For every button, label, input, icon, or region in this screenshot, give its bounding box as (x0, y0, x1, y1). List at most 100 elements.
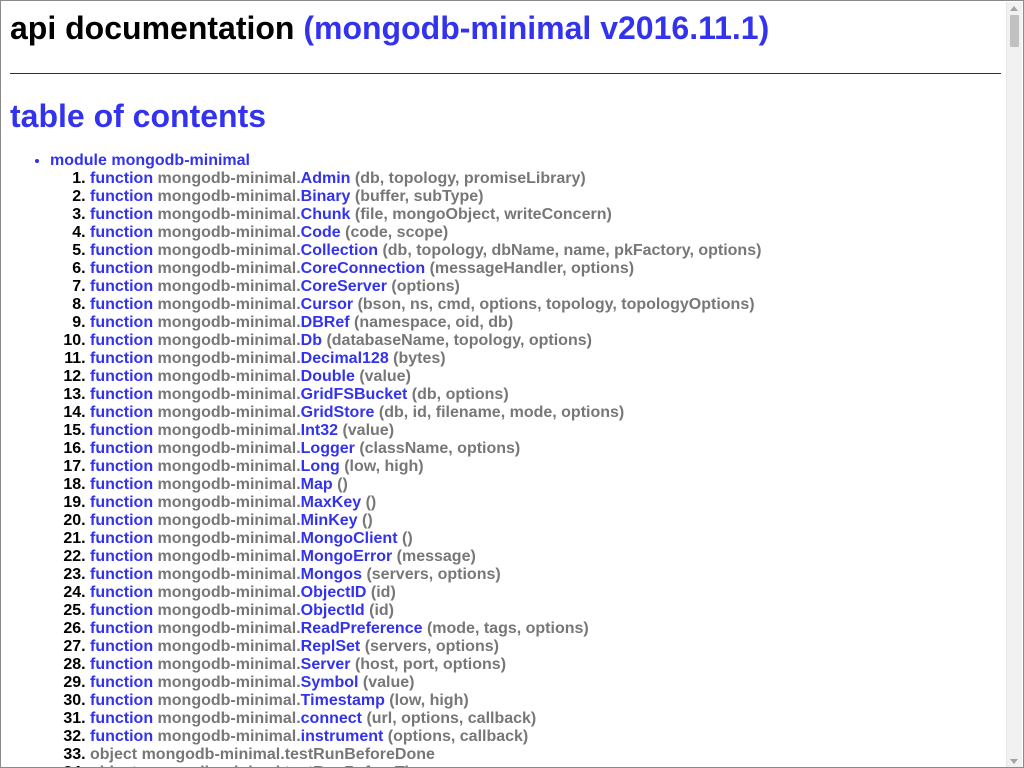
api-entry-link[interactable]: function mongodb-minimal.MongoClient () (90, 530, 413, 547)
api-entry-link[interactable]: function mongodb-minimal.DBRef (namespac… (90, 314, 513, 331)
toc-heading[interactable]: table of contents (10, 97, 1001, 135)
api-entry-signature: (db, id, filename, mode, options) (378, 404, 625, 421)
api-entry-name: Server (300, 656, 351, 673)
api-entry-namespace: mongodb-minimal. (157, 692, 301, 709)
api-entry-signature: (messageHandler, options) (429, 260, 635, 277)
api-entry-signature: (id) (370, 584, 396, 601)
api-entry-link[interactable]: function mongodb-minimal.Logger (classNa… (90, 440, 520, 457)
api-entry-signature: (className, options) (359, 440, 521, 457)
api-entry-name: Collection (300, 242, 378, 259)
api-entry-link[interactable]: function mongodb-minimal.Int32 (value) (90, 422, 394, 439)
api-entry-namespace: mongodb-minimal. (157, 656, 301, 673)
api-entry: function mongodb-minimal.Admin (db, topo… (90, 170, 1001, 188)
api-entry-signature: (url, options, callback) (366, 710, 537, 727)
api-entry-link[interactable]: function mongodb-minimal.Symbol (value) (90, 674, 414, 691)
api-entry-name: connect (300, 710, 362, 727)
api-entry-link[interactable]: function mongodb-minimal.Cursor (bson, n… (90, 296, 755, 313)
api-entry-link[interactable]: function mongodb-minimal.CoreConnection … (90, 260, 634, 277)
api-entry-signature: (db, topology, dbName, name, pkFactory, … (382, 242, 762, 259)
api-entry: object mongodb-minimal.testRunBeforeTime… (90, 764, 1001, 767)
api-entry: function mongodb-minimal.MongoClient () (90, 530, 1001, 548)
api-entry-link[interactable]: function mongodb-minimal.Db (databaseNam… (90, 332, 592, 349)
package-version-link[interactable]: (mongodb-minimal v2016.11.1) (303, 10, 769, 46)
api-entry-kind: function (90, 170, 154, 187)
api-entry-signature: (value) (362, 674, 415, 691)
api-entry-name: Mongos (300, 566, 362, 583)
api-entry: function mongodb-minimal.Int32 (value) (90, 422, 1001, 440)
api-entry-link[interactable]: function mongodb-minimal.Mongos (servers… (90, 566, 501, 583)
api-entry-link[interactable]: function mongodb-minimal.Collection (db,… (90, 242, 761, 259)
api-entry-link[interactable]: function mongodb-minimal.Code (code, sco… (90, 224, 448, 241)
page-title: api documentation (mongodb-minimal v2016… (10, 9, 1001, 47)
api-entry: function mongodb-minimal.Map () (90, 476, 1001, 494)
api-entry-signature: (value) (359, 368, 411, 385)
api-entry-name: Int32 (300, 422, 338, 439)
scroll-down-arrow-icon[interactable] (1010, 759, 1018, 764)
api-entry: function mongodb-minimal.Cursor (bson, n… (90, 296, 1001, 314)
api-entry-link[interactable]: function mongodb-minimal.Chunk (file, mo… (90, 206, 612, 223)
api-entry-name: testRunBeforeTimer (285, 764, 439, 767)
api-entry-kind: function (90, 692, 154, 709)
api-entry-namespace: mongodb-minimal. (157, 206, 301, 223)
api-entry-namespace: mongodb-minimal. (157, 602, 301, 619)
api-entry-link[interactable]: function mongodb-minimal.Admin (db, topo… (90, 170, 586, 187)
api-entry-link[interactable]: function mongodb-minimal.connect (url, o… (90, 710, 536, 727)
api-entry-link[interactable]: object mongodb-minimal.testRunBeforeTime… (90, 764, 439, 767)
api-entry-kind: function (90, 296, 154, 313)
api-entry-link[interactable]: function mongodb-minimal.Long (low, high… (90, 458, 424, 475)
api-entry-kind: function (90, 314, 154, 331)
api-entry-link[interactable]: function mongodb-minimal.Map () (90, 476, 348, 493)
api-entry-namespace: mongodb-minimal. (157, 620, 301, 637)
browser-viewport: api documentation (mongodb-minimal v2016… (0, 0, 1024, 768)
api-entry-kind: function (90, 638, 154, 655)
api-entry-namespace: mongodb-minimal. (157, 440, 301, 457)
api-entry-namespace: mongodb-minimal. (157, 278, 301, 295)
vertical-scrollbar[interactable] (1006, 2, 1022, 767)
api-entry-namespace: mongodb-minimal. (141, 746, 285, 763)
api-entry: function mongodb-minimal.ReadPreference … (90, 620, 1001, 638)
api-entry-link[interactable]: function mongodb-minimal.GridFSBucket (d… (90, 386, 509, 403)
api-entry-signature: (bytes) (393, 350, 446, 367)
api-entry-link[interactable]: function mongodb-minimal.GridStore (db, … (90, 404, 624, 421)
api-entry-link[interactable]: object mongodb-minimal.testRunBeforeDone (90, 746, 435, 763)
api-entry-signature: (databaseName, topology, options) (326, 332, 592, 349)
api-entry-link[interactable]: function mongodb-minimal.MongoError (mes… (90, 548, 476, 565)
api-entry-namespace: mongodb-minimal. (157, 188, 301, 205)
scroll-up-arrow-icon[interactable] (1010, 6, 1018, 11)
api-entry-link[interactable]: function mongodb-minimal.ReplSet (server… (90, 638, 499, 655)
api-entry-signature: (file, mongoObject, writeConcern) (354, 206, 612, 223)
api-entry-link[interactable]: function mongodb-minimal.Double (value) (90, 368, 411, 385)
api-entry: function mongodb-minimal.connect (url, o… (90, 710, 1001, 728)
api-entry-link[interactable]: function mongodb-minimal.MaxKey () (90, 494, 376, 511)
api-entry-link[interactable]: function mongodb-minimal.CoreServer (opt… (90, 278, 460, 295)
module-link[interactable]: module mongodb-minimal (50, 152, 250, 169)
api-entry: function mongodb-minimal.Symbol (value) (90, 674, 1001, 692)
api-entry: function mongodb-minimal.Logger (classNa… (90, 440, 1001, 458)
api-entry-link[interactable]: function mongodb-minimal.ReadPreference … (90, 620, 589, 637)
api-entry-link[interactable]: function mongodb-minimal.Server (host, p… (90, 656, 506, 673)
scroll-thumb[interactable] (1010, 15, 1019, 47)
api-entry-name: Long (300, 458, 340, 475)
api-entry-kind: function (90, 260, 154, 277)
api-entry-namespace: mongodb-minimal. (157, 332, 301, 349)
api-entry-link[interactable]: function mongodb-minimal.ObjectID (id) (90, 584, 396, 601)
api-entry-namespace: mongodb-minimal. (157, 512, 301, 529)
api-entry-link[interactable]: function mongodb-minimal.MinKey () (90, 512, 373, 529)
api-entry-kind: function (90, 404, 154, 421)
api-entry-signature: (options, callback) (387, 728, 529, 745)
api-entry: function mongodb-minimal.Server (host, p… (90, 656, 1001, 674)
api-entry: function mongodb-minimal.CoreConnection … (90, 260, 1001, 278)
api-entry-link[interactable]: function mongodb-minimal.instrument (opt… (90, 728, 528, 745)
api-entry: function mongodb-minimal.ObjectId (id) (90, 602, 1001, 620)
api-entry-link[interactable]: function mongodb-minimal.Decimal128 (byt… (90, 350, 446, 367)
api-entry-signature: (message) (396, 548, 476, 565)
api-entry: function mongodb-minimal.GridFSBucket (d… (90, 386, 1001, 404)
api-entry-signature: (value) (342, 422, 395, 439)
api-entry-name: MongoError (300, 548, 393, 565)
api-entry: function mongodb-minimal.Chunk (file, mo… (90, 206, 1001, 224)
api-entry: function mongodb-minimal.GridStore (db, … (90, 404, 1001, 422)
api-entry-link[interactable]: function mongodb-minimal.ObjectId (id) (90, 602, 394, 619)
api-entry-link[interactable]: function mongodb-minimal.Binary (buffer,… (90, 188, 484, 205)
api-entry-link[interactable]: function mongodb-minimal.Timestamp (low,… (90, 692, 469, 709)
api-entry-namespace: mongodb-minimal. (157, 638, 301, 655)
